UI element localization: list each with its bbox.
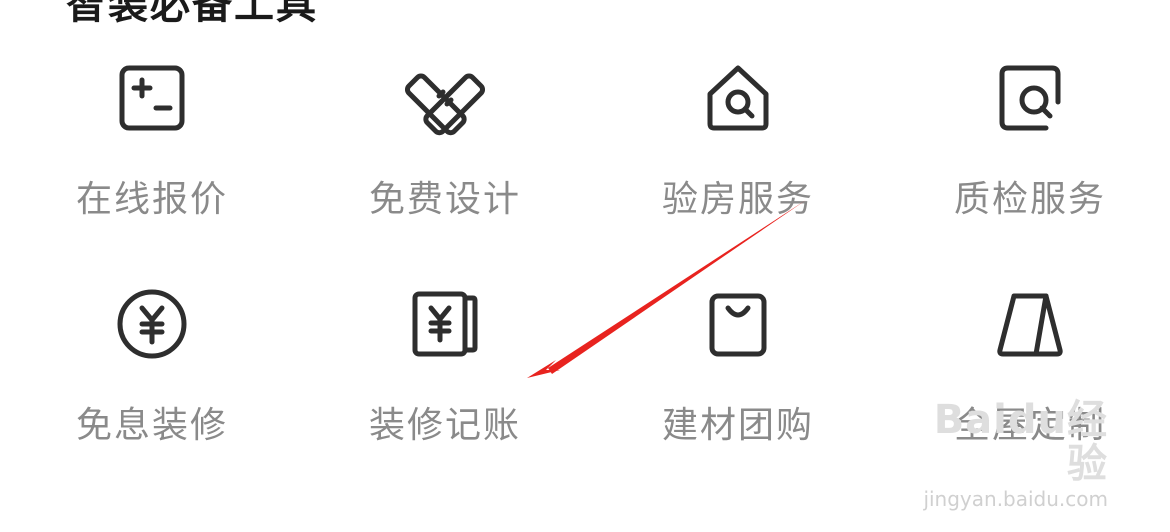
ruler-design-icon	[405, 58, 485, 138]
watermark-url: jingyan.baidu.com	[923, 487, 1108, 511]
tool-label: 在线报价	[75, 179, 228, 220]
tool-label: 免费设计	[368, 179, 521, 220]
ledger-icon	[405, 284, 485, 364]
tool-house-inspection[interactable]: 验房服务	[628, 58, 848, 228]
yuan-coin-icon	[112, 284, 192, 364]
wardrobe-icon	[990, 284, 1070, 364]
watermark-logo: Baidu经验	[933, 397, 1108, 487]
shopping-bag-icon	[698, 284, 778, 364]
section-title: 智装必备工具	[66, 0, 318, 28]
house-inspect-icon	[698, 58, 778, 138]
tool-renovation-ledger[interactable]: 装修记账	[335, 284, 555, 454]
quality-check-icon	[990, 58, 1070, 138]
tool-online-quote[interactable]: 在线报价	[42, 58, 262, 228]
tool-label: 装修记账	[368, 405, 521, 446]
tool-quality-check[interactable]: 质检服务	[920, 58, 1140, 228]
tool-label: 建材团购	[661, 405, 814, 446]
tool-label: 免息装修	[75, 405, 228, 446]
watermark: Baidu经验 jingyan.baidu.com	[898, 398, 1108, 512]
tool-interest-free[interactable]: 免息装修	[42, 284, 262, 454]
tool-free-design[interactable]: 免费设计	[335, 58, 555, 228]
tools-page: 智装必备工具 在线报价 免费设计 验房服务 质检服务 免息装修 装修记账 建材团…	[0, 0, 1170, 532]
tool-label: 质检服务	[953, 179, 1106, 220]
tool-building-materials[interactable]: 建材团购	[628, 284, 848, 454]
tool-label: 验房服务	[661, 179, 814, 220]
calculator-icon	[112, 58, 192, 138]
